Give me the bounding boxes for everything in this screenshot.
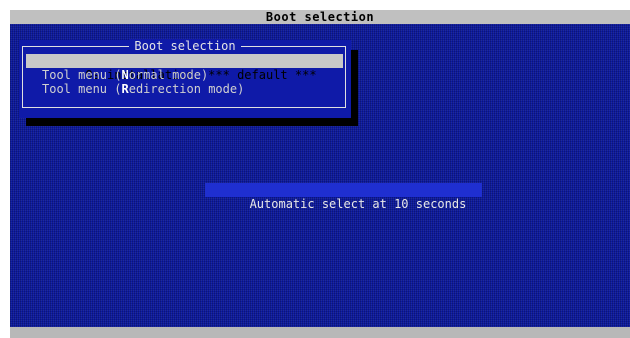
menu-item-os-installation[interactable]: Os installation *** default ***	[26, 54, 343, 82]
menu-item-label-prefix: Tool menu (	[42, 82, 122, 96]
menu-title-text: Boot selection	[129, 39, 241, 53]
status-bar	[10, 327, 630, 338]
menu-item-hotkey: N	[121, 68, 129, 82]
boot-screen: Boot selection Boot selection Os install…	[0, 0, 630, 338]
menu-item-tool-redirection-mode[interactable]: Tool menu (Redirection mode)	[26, 82, 343, 96]
countdown-text: Automatic select at 10 seconds	[249, 197, 467, 211]
menu-item-tool-normal-mode[interactable]: Tool menu (Normal mode)	[26, 68, 343, 82]
menu-item-label-suffix: ormal mode)	[128, 68, 209, 82]
menu-title: Boot selection	[19, 39, 351, 53]
countdown-message: Automatic select at 10 seconds	[205, 183, 482, 211]
boot-menu: Boot selection Os installation *** defau…	[19, 39, 351, 118]
title-bar: Boot selection	[10, 10, 630, 24]
title-bar-text: Boot selection	[265, 10, 375, 24]
menu-item-label-prefix: Tool menu (	[42, 68, 122, 82]
menu-item-label-suffix: edirection mode)	[128, 82, 245, 96]
menu-item-hotkey: R	[121, 82, 129, 96]
